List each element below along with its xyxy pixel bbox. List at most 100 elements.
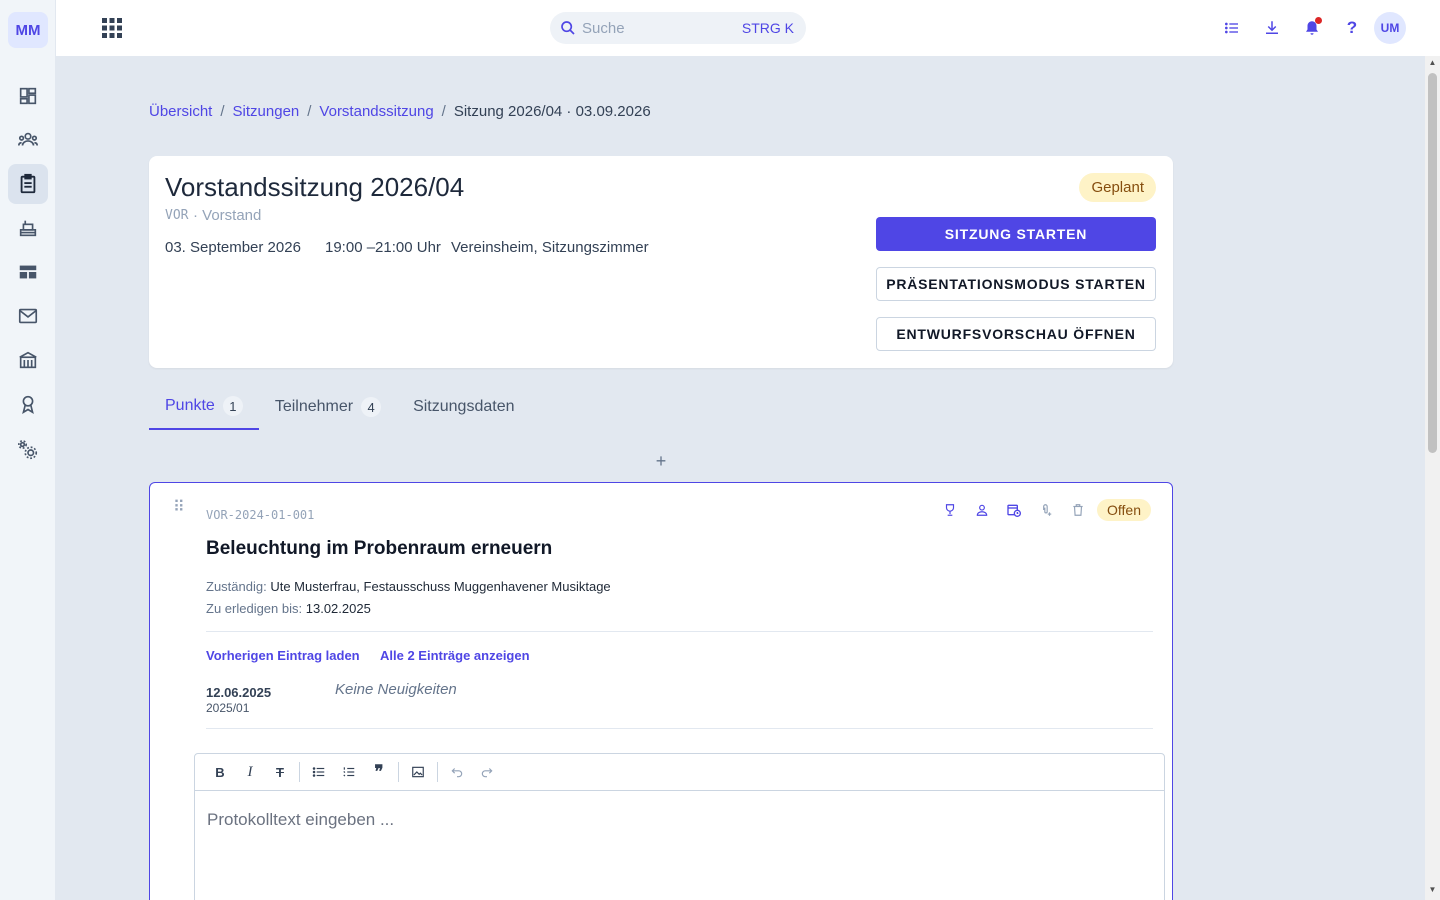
breadcrumb-meetings[interactable]: Sitzungen — [233, 103, 300, 120]
editor-toolbar: B I T ❞ — [195, 754, 1164, 791]
meeting-date: 03. September 2026 — [165, 239, 301, 256]
sidebar-item-inventory[interactable] — [8, 208, 48, 248]
scroll-thumb[interactable] — [1428, 73, 1437, 453]
undo-icon[interactable] — [442, 760, 472, 784]
page-title: Vorstandssitzung 2026/04 — [165, 172, 465, 202]
scrollbar[interactable]: ▲ ▼ — [1425, 56, 1440, 900]
start-meeting-button[interactable]: SITZUNG STARTEN — [876, 217, 1156, 251]
responsible-label: Zuständig: — [206, 579, 267, 594]
italic-icon[interactable]: I — [235, 760, 265, 784]
show-all-entries-link[interactable]: Alle 2 Einträge anzeigen — [380, 648, 530, 663]
members-icon — [18, 132, 38, 146]
sidebar-item-building[interactable] — [8, 340, 48, 380]
item-code: VOR-2024-01-001 — [206, 508, 315, 522]
tab-participants[interactable]: Teilnehmer 4 — [259, 384, 397, 430]
load-previous-entry-link[interactable]: Vorherigen Eintrag laden — [206, 648, 360, 663]
settings-icon — [18, 440, 38, 460]
award-icon — [22, 395, 34, 414]
breadcrumb-board-meeting[interactable]: Vorstandssitzung — [319, 103, 433, 120]
tabs: Punkte 1 Teilnehmer 4 Sitzungsdaten — [149, 384, 530, 430]
protocol-editor: B I T ❞ Protokolltext eingeben ... — [194, 753, 1165, 900]
sidebar-item-table[interactable] — [8, 252, 48, 292]
protocol-text-input[interactable]: Protokolltext eingeben ... — [207, 810, 394, 830]
trophy-icon[interactable] — [940, 500, 960, 520]
sidebar-item-settings[interactable] — [8, 430, 48, 470]
apps-grid-icon[interactable] — [100, 16, 124, 40]
building-icon — [19, 351, 37, 369]
sidebar-item-dashboard[interactable] — [8, 76, 48, 116]
meeting-organization: · Vorstand — [193, 207, 262, 224]
sidebar-item-meetings[interactable] — [8, 164, 48, 204]
add-item-button[interactable]: + — [653, 451, 669, 475]
item-due-date: Zu erledigen bis: 13.02.2025 — [206, 601, 371, 616]
tab-label: Punkte — [165, 397, 215, 414]
agenda-item-card: ⠿ VOR-2024-01-001 Offen Beleuchtung im P… — [149, 482, 1173, 900]
breadcrumb-separator: / — [441, 103, 446, 120]
attachment-add-icon[interactable] — [1036, 500, 1056, 520]
meeting-code: VOR — [165, 208, 189, 223]
due-value: 13.02.2025 — [305, 601, 371, 616]
breadcrumb-overview[interactable]: Übersicht — [149, 103, 212, 120]
tab-points[interactable]: Punkte 1 — [149, 384, 259, 430]
status-badge: Geplant — [1079, 173, 1156, 202]
topbar: Suche STRG K ? UM — [56, 0, 1440, 56]
notification-dot — [1315, 17, 1322, 24]
notification-bell-icon[interactable] — [1300, 16, 1324, 40]
toolbar-divider — [437, 762, 438, 782]
image-icon[interactable] — [403, 760, 433, 784]
inventory-icon — [19, 220, 37, 237]
breadcrumb-separator: / — [220, 103, 225, 120]
search-shortcut: STRG K — [741, 20, 794, 36]
entry-session: 2025/01 — [206, 701, 250, 715]
bold-icon[interactable]: B — [205, 760, 235, 784]
quote-icon[interactable]: ❞ — [364, 760, 394, 784]
meeting-header-card: Vorstandssitzung 2026/04 VOR · Vorstand … — [149, 156, 1173, 368]
breadcrumb-separator: / — [307, 103, 312, 120]
sidebar: MM — [0, 0, 56, 900]
tab-count: 4 — [361, 397, 382, 417]
mail-icon — [18, 308, 38, 324]
bullet-list-icon[interactable] — [304, 760, 334, 784]
search-input[interactable]: Suche STRG K — [550, 12, 806, 44]
open-draft-preview-button[interactable]: ENTWURFSVORSCHAU ÖFFNEN — [876, 317, 1156, 351]
numbered-list-icon[interactable] — [334, 760, 364, 784]
table-icon — [19, 265, 37, 279]
delete-icon[interactable] — [1068, 500, 1088, 520]
avatar[interactable]: UM — [1374, 12, 1406, 44]
item-status-badge: Offen — [1097, 499, 1151, 521]
sidebar-item-awards[interactable] — [8, 384, 48, 424]
calendar-clock-icon[interactable] — [1004, 500, 1024, 520]
scroll-down-arrow[interactable]: ▼ — [1428, 886, 1437, 894]
item-title: Beleuchtung im Probenraum erneuern — [206, 538, 553, 559]
strikethrough-icon[interactable]: T — [265, 760, 295, 784]
search-icon — [561, 21, 575, 35]
responsible-value: Ute Musterfrau, Festausschuss Muggenhave… — [270, 579, 611, 594]
drag-handle-icon[interactable]: ⠿ — [173, 497, 185, 517]
item-actions — [940, 500, 1088, 520]
sidebar-item-mail[interactable] — [8, 296, 48, 336]
meeting-time: 19:00 –21:00 Uhr — [325, 239, 441, 256]
item-responsible: Zuständig: Ute Musterfrau, Festausschuss… — [206, 579, 611, 594]
toolbar-divider — [398, 762, 399, 782]
tab-meeting-data[interactable]: Sitzungsdaten — [397, 384, 530, 430]
toolbar-divider — [299, 762, 300, 782]
scroll-up-arrow[interactable]: ▲ — [1428, 59, 1437, 67]
meeting-location: Vereinsheim, Sitzungszimmer — [451, 239, 649, 256]
entry-text: Keine Neuigkeiten — [335, 681, 457, 698]
app-logo[interactable]: MM — [8, 12, 48, 48]
tab-label: Teilnehmer — [274, 398, 354, 415]
breadcrumb: Übersicht / Sitzungen / Vorstandssitzung… — [149, 103, 651, 120]
divider — [206, 631, 1153, 632]
download-icon[interactable] — [1260, 16, 1284, 40]
sidebar-item-members[interactable] — [8, 120, 48, 160]
tab-count: 1 — [222, 396, 243, 416]
help-icon[interactable]: ? — [1340, 16, 1364, 40]
due-label: Zu erledigen bis: — [206, 601, 303, 616]
list-view-icon[interactable] — [1220, 16, 1244, 40]
tab-label: Sitzungsdaten — [413, 398, 515, 415]
entry-date: 12.06.2025 — [206, 685, 272, 700]
dashboard-icon — [19, 87, 37, 105]
start-presentation-button[interactable]: PRÄSENTATIONSMODUS STARTEN — [876, 267, 1156, 301]
person-icon[interactable] — [972, 500, 992, 520]
redo-icon[interactable] — [472, 760, 502, 784]
